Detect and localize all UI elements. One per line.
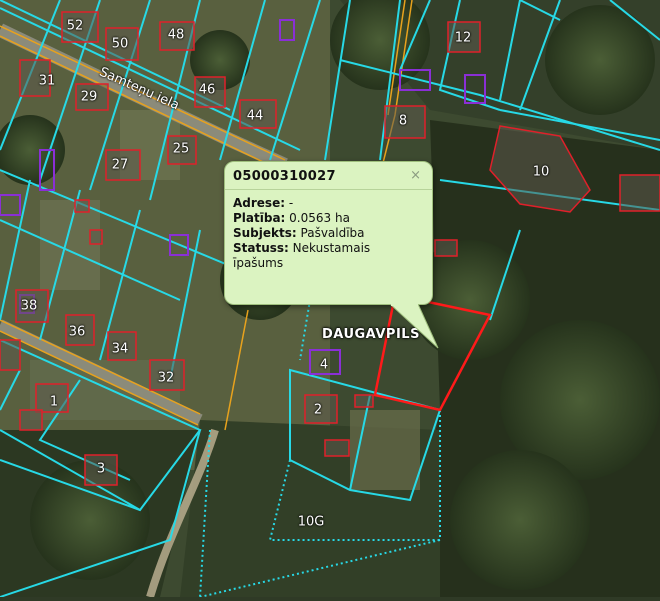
popup-field-subject: Subjekts: Pašvaldība (233, 226, 365, 240)
parcel-label: 50 (111, 36, 129, 52)
parcel-label: 32 (157, 370, 175, 386)
parcel-label: 31 (38, 73, 56, 89)
parcel-label: 8 (398, 113, 408, 129)
parcel-label: 10G (297, 514, 325, 530)
parcel-label: 1 (49, 394, 59, 410)
parcel-label: 29 (80, 89, 98, 105)
parcel-label: 34 (111, 341, 129, 357)
parcel-label: 36 (68, 324, 86, 340)
parcel-label: 48 (167, 27, 185, 43)
popup-body: Adrese: - Platība: 0.0563 ha Subjekts: P… (225, 190, 432, 277)
parcel-label: 2 (313, 402, 323, 418)
parcel-label: 3 (96, 461, 106, 477)
parcel-label: 46 (198, 82, 216, 98)
popup-field-status: Statuss: Nekustamais īpašums (233, 241, 371, 270)
close-icon[interactable]: × (410, 168, 421, 183)
parcel-label: 52 (66, 18, 84, 34)
parcel-label: 25 (172, 141, 190, 157)
parcel-label: 27 (111, 157, 129, 173)
popup-title: 05000310027 (225, 162, 432, 190)
parcel-info-popup: 05000310027 × Adrese: - Platība: 0.0563 … (224, 161, 433, 305)
parcel-label: 10 (532, 164, 550, 180)
popup-field-area: Platība: 0.0563 ha (233, 211, 350, 225)
parcel-label: 44 (246, 108, 264, 124)
popup-pointer (389, 304, 439, 349)
parcel-label: 12 (454, 30, 472, 46)
parcel-label: 4 (319, 357, 329, 373)
popup-field-address: Adrese: - (233, 196, 294, 210)
parcel-label: 38 (20, 298, 38, 314)
